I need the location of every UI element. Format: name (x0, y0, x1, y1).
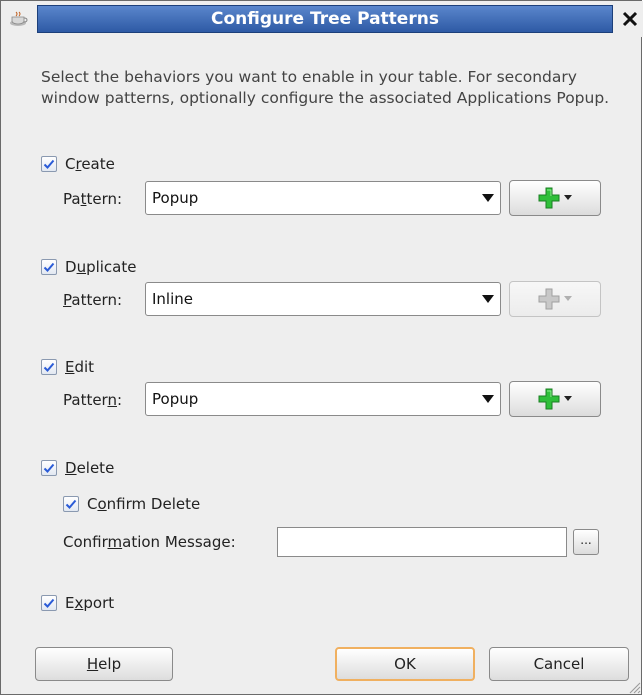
edit-checkbox-row[interactable]: Edit (41, 358, 94, 376)
checkmark-icon (43, 159, 55, 169)
confirm-delete-checkbox-row[interactable]: Confirm Delete (63, 495, 200, 513)
checkmark-icon (43, 262, 55, 272)
window-title: Configure Tree Patterns (211, 9, 439, 29)
create-checkbox-row[interactable]: Create (41, 155, 115, 173)
chevron-down-icon (564, 195, 572, 200)
chevron-down-icon (482, 295, 494, 303)
create-label: Create (65, 155, 115, 173)
ok-button[interactable]: OK (335, 647, 475, 681)
create-pattern-label: Pattern: (63, 190, 123, 208)
create-pattern-select[interactable]: Popup (145, 181, 501, 215)
confirmation-message-label: Confirmation Message: (63, 533, 236, 551)
delete-checkbox[interactable] (41, 460, 57, 476)
checkmark-icon (43, 463, 55, 473)
edit-pattern-label: Pattern: (63, 391, 123, 409)
export-checkbox-row[interactable]: Export (41, 594, 114, 612)
create-add-popup-button[interactable] (509, 180, 601, 216)
duplicate-checkbox[interactable] (41, 259, 57, 275)
chevron-down-icon (482, 395, 494, 403)
export-label: Export (65, 594, 115, 612)
checkmark-icon (43, 598, 55, 608)
export-checkbox[interactable] (41, 595, 57, 611)
duplicate-pattern-label: Pattern: (63, 291, 123, 309)
intro-text: Select the behaviors you want to enable … (41, 68, 610, 107)
create-checkbox[interactable] (41, 156, 57, 172)
title-bar[interactable]: Configure Tree Patterns (1, 1, 643, 37)
edit-add-popup-button[interactable] (509, 381, 601, 417)
edit-pattern-select[interactable]: Popup (145, 382, 501, 416)
delete-label: Delete (65, 459, 115, 477)
plus-icon (538, 388, 560, 410)
duplicate-pattern-value: Inline (152, 290, 194, 308)
duplicate-checkbox-row[interactable]: Duplicate (41, 258, 136, 276)
edit-checkbox[interactable] (41, 359, 57, 375)
cancel-button[interactable]: Cancel (489, 647, 629, 681)
create-pattern-value: Popup (152, 189, 199, 207)
confirm-delete-checkbox[interactable] (63, 496, 79, 512)
coffee-cup-icon (10, 11, 28, 26)
duplicate-pattern-select[interactable]: Inline (145, 282, 501, 316)
dialog-content: Select the behaviors you want to enable … (1, 37, 643, 696)
confirmation-message-input[interactable] (277, 527, 567, 557)
confirmation-message-browse-button[interactable]: ... (573, 529, 599, 555)
close-icon[interactable] (619, 7, 641, 31)
help-button[interactable]: Help (35, 647, 173, 681)
chevron-down-icon (482, 194, 494, 202)
duplicate-label: Duplicate (65, 258, 137, 276)
checkmark-icon (43, 362, 55, 372)
confirm-delete-label: Confirm Delete (87, 495, 201, 513)
chevron-down-icon (564, 396, 572, 401)
plus-icon (538, 187, 560, 209)
edit-pattern-value: Popup (152, 390, 199, 408)
edit-label: Edit (65, 358, 95, 376)
delete-checkbox-row[interactable]: Delete (41, 459, 114, 477)
configure-tree-patterns-dialog: Configure Tree Patterns Select the behav… (0, 0, 643, 696)
chevron-down-icon (564, 296, 572, 301)
checkmark-icon (65, 499, 77, 509)
resize-grip-icon[interactable] (627, 680, 641, 694)
duplicate-add-popup-button[interactable] (509, 281, 601, 317)
plus-icon (538, 288, 560, 310)
